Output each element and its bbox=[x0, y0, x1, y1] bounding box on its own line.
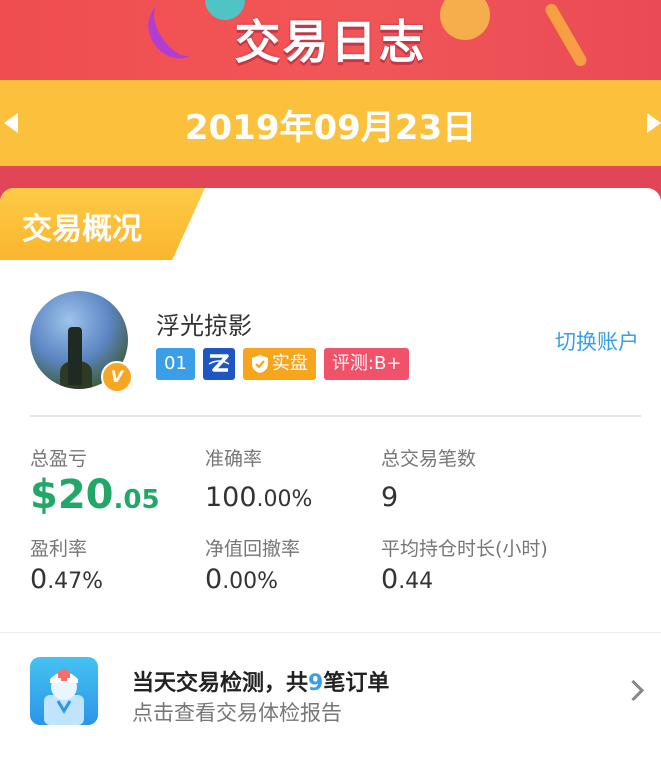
drawdown-main: 0 bbox=[205, 564, 223, 595]
overview-card: 交易概况 V 浮光掠影 01 实盘 评测:B+ 切换账户 总盈亏 $20.05 … bbox=[0, 188, 661, 768]
trade-check-title: 当天交易检测，共9笔订单 bbox=[132, 665, 389, 697]
avg-hold-value: 0.44 bbox=[381, 564, 433, 595]
chevron-right-icon bbox=[622, 679, 645, 702]
profit-rate-main: 0 bbox=[30, 564, 48, 595]
divider bbox=[30, 415, 641, 417]
profit-rate-decimal: .47% bbox=[47, 569, 104, 594]
switch-account-link[interactable]: 切换账户 bbox=[555, 326, 639, 356]
avatar-figure bbox=[68, 327, 82, 385]
section-tab: 交易概况 bbox=[0, 188, 205, 260]
profit-rate-label: 盈利率 bbox=[30, 538, 88, 560]
avg-hold-label: 平均持仓时长(小时) bbox=[381, 538, 548, 560]
trade-check-title-prefix: 当天交易检测，共 bbox=[132, 671, 309, 696]
accuracy-value: 100.00% bbox=[205, 482, 312, 513]
verified-badge: V bbox=[101, 361, 133, 393]
drawdown-value: 0.00% bbox=[205, 564, 278, 595]
section-title: 交易概况 bbox=[22, 212, 142, 247]
trade-check-count: 9 bbox=[308, 671, 324, 696]
drawdown-decimal: .00% bbox=[222, 569, 279, 594]
total-pnl-decimal: .05 bbox=[113, 485, 160, 515]
total-pnl-main: $20 bbox=[30, 472, 114, 518]
avg-hold-decimal: .44 bbox=[398, 569, 434, 594]
username: 浮光掠影 bbox=[156, 312, 252, 340]
real-account-badge: 实盘 bbox=[242, 348, 316, 380]
badge-row: 01 实盘 评测:B+ bbox=[156, 348, 410, 380]
total-trades-label: 总交易笔数 bbox=[381, 448, 477, 470]
level-badge: 01 bbox=[156, 348, 195, 380]
trade-check-title-suffix: 笔订单 bbox=[323, 671, 390, 696]
date-bar: 2019年09月23日 bbox=[0, 80, 661, 166]
total-trades-value: 9 bbox=[381, 482, 399, 513]
next-day-arrow-icon[interactable] bbox=[647, 113, 661, 133]
real-account-label: 实盘 bbox=[271, 353, 308, 374]
avg-hold-main: 0 bbox=[381, 564, 399, 595]
shield-check-icon bbox=[251, 355, 268, 373]
evaluation-badge: 评测:B+ bbox=[323, 348, 410, 380]
profit-rate-value: 0.47% bbox=[30, 564, 103, 595]
header-banner: 交易日志 bbox=[0, 0, 661, 80]
accuracy-main: 100 bbox=[205, 482, 257, 513]
broker-logo-icon bbox=[202, 348, 235, 380]
total-pnl-label: 总盈亏 bbox=[30, 448, 88, 470]
accuracy-label: 准确率 bbox=[205, 448, 263, 470]
current-date: 2019年09月23日 bbox=[184, 108, 477, 148]
drawdown-label: 净值回撤率 bbox=[205, 538, 301, 560]
trade-check-subtitle: 点击查看交易体检报告 bbox=[132, 701, 342, 725]
doctor-icon bbox=[30, 657, 98, 725]
total-pnl-value: $20.05 bbox=[30, 472, 160, 518]
accuracy-decimal: .00% bbox=[256, 487, 313, 512]
page-title: 交易日志 bbox=[234, 15, 427, 69]
